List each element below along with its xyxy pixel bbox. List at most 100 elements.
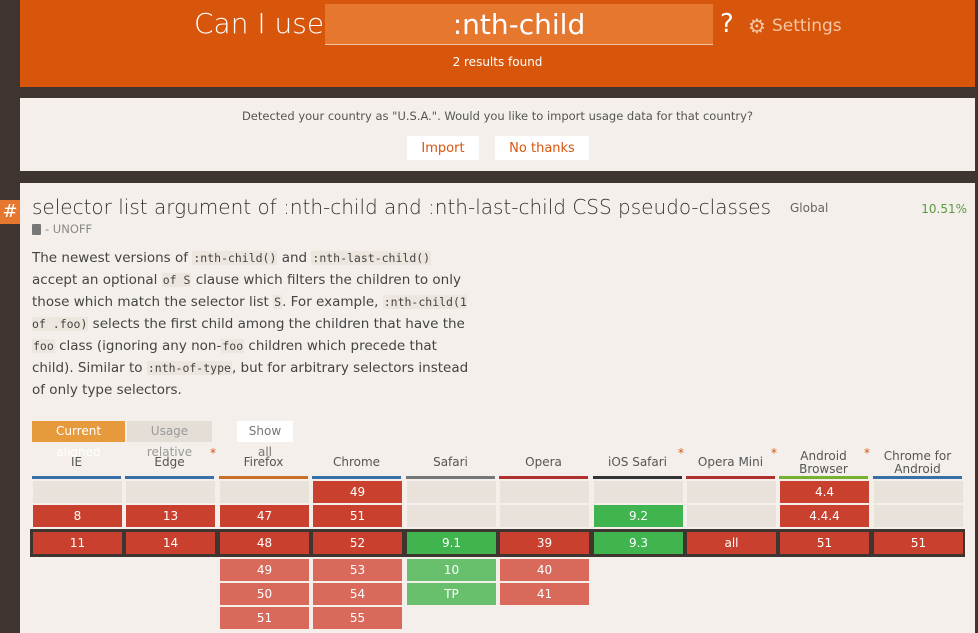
inline-code: :nth-last-child() bbox=[311, 251, 432, 265]
inline-code: S bbox=[273, 295, 283, 309]
site-title[interactable]: Can I use bbox=[194, 7, 324, 40]
version-cell bbox=[687, 481, 776, 503]
feature-anchor-link[interactable]: # bbox=[0, 200, 20, 224]
description-text: class (ignoring any non- bbox=[54, 338, 222, 354]
browser-name: Android Browser bbox=[799, 448, 848, 476]
current-version-cell[interactable]: 9.3 bbox=[594, 532, 683, 554]
current-version-cell[interactable]: 52 bbox=[313, 532, 402, 554]
browser-name: Chrome bbox=[332, 455, 381, 469]
browser-name: Opera bbox=[525, 455, 562, 469]
country-import-panel: Detected your country as "U.S.A.". Would… bbox=[20, 98, 975, 171]
document-icon bbox=[32, 223, 41, 235]
inline-code: :nth-of-type bbox=[146, 361, 232, 375]
version-cell[interactable]: TP bbox=[407, 583, 496, 605]
description-text: and bbox=[277, 250, 312, 266]
browser-header[interactable]: Safari bbox=[406, 449, 495, 479]
version-cell bbox=[33, 481, 122, 503]
version-cell[interactable]: 10 bbox=[407, 559, 496, 581]
browser-header[interactable]: Opera Mini * bbox=[686, 446, 777, 479]
version-cell[interactable]: 55 bbox=[313, 607, 402, 629]
version-cell[interactable]: 4.4 bbox=[780, 481, 869, 503]
description-text: selects the first child among the childr… bbox=[88, 316, 465, 332]
current-version-cell[interactable]: 51 bbox=[780, 532, 869, 554]
gear-icon: ⚙ bbox=[748, 14, 766, 38]
inline-code: :nth-child() bbox=[192, 251, 278, 265]
version-cell[interactable]: 4.4.4 bbox=[780, 505, 869, 527]
global-usage-label: Global bbox=[790, 201, 829, 215]
browser-header[interactable]: Android Browser * bbox=[779, 446, 870, 479]
version-cell[interactable]: 54 bbox=[313, 583, 402, 605]
top-header: Can I use ? ⚙ Settings 2 results found bbox=[20, 0, 975, 87]
feature-description: The newest versions of :nth-child() and … bbox=[32, 247, 472, 401]
current-version-cell[interactable]: 48 bbox=[220, 532, 309, 554]
current-version-cell[interactable]: 14 bbox=[126, 532, 215, 554]
browser-name: IE bbox=[70, 455, 83, 469]
version-cell bbox=[594, 481, 683, 503]
browser-header[interactable]: Chrome bbox=[312, 449, 401, 479]
version-cell bbox=[407, 481, 496, 503]
version-cell[interactable]: 51 bbox=[313, 505, 402, 527]
inline-code: of S bbox=[161, 273, 192, 287]
browser-header[interactable]: IE bbox=[32, 449, 121, 479]
browser-header[interactable]: Chrome for Android bbox=[873, 449, 962, 479]
version-cell[interactable]: 51 bbox=[220, 607, 309, 629]
version-cell[interactable]: 40 bbox=[500, 559, 589, 581]
import-button[interactable]: Import bbox=[407, 136, 479, 160]
note-star-icon: * bbox=[864, 446, 870, 460]
description-text: accept an optional bbox=[32, 272, 162, 288]
browser-headers: IE Edge * Firefox Chrome Safari Opera iOS Safar… bbox=[32, 446, 962, 481]
no-thanks-button[interactable]: No thanks bbox=[495, 136, 589, 160]
version-cell bbox=[126, 481, 215, 503]
browser-name: Firefox bbox=[243, 455, 284, 469]
version-cell[interactable]: 49 bbox=[313, 481, 402, 503]
country-message: Detected your country as "U.S.A.". Would… bbox=[241, 109, 754, 123]
current-version-cell[interactable]: 39 bbox=[500, 532, 589, 554]
version-cell[interactable]: 8 bbox=[33, 505, 122, 527]
settings-label: Settings bbox=[771, 16, 842, 36]
browser-name: Edge bbox=[154, 455, 185, 469]
current-version-cell[interactable]: 11 bbox=[33, 532, 122, 554]
feature-panel: # selector list argument of :nth-child a… bbox=[0, 183, 975, 633]
version-cell bbox=[220, 481, 309, 503]
search-input[interactable] bbox=[325, 4, 713, 45]
description-text: The newest versions of bbox=[32, 250, 193, 266]
version-cell[interactable]: 9.2 bbox=[594, 505, 683, 527]
browser-name: Safari bbox=[433, 455, 468, 469]
browser-name: Opera Mini bbox=[697, 455, 764, 469]
description-text: . For example, bbox=[282, 294, 383, 310]
browser-header[interactable]: Edge * bbox=[125, 446, 216, 479]
inline-code: foo bbox=[221, 339, 245, 353]
version-cell bbox=[874, 505, 963, 527]
version-cell[interactable]: 50 bbox=[220, 583, 309, 605]
version-cell[interactable]: 49 bbox=[220, 559, 309, 581]
browser-header[interactable]: iOS Safari * bbox=[593, 446, 684, 479]
version-cell bbox=[874, 481, 963, 503]
version-cell bbox=[500, 481, 589, 503]
note-star-icon: * bbox=[771, 446, 777, 460]
version-cell[interactable]: 13 bbox=[126, 505, 215, 527]
current-aligned-tab[interactable]: Current aligned bbox=[32, 421, 125, 459]
show-all-button[interactable]: Show all bbox=[237, 421, 293, 459]
spec-status-label: - UNOFF bbox=[45, 222, 93, 236]
version-cell[interactable]: 53 bbox=[313, 559, 402, 581]
feature-title[interactable]: selector list argument of :nth-child and… bbox=[32, 195, 771, 219]
settings-button[interactable]: ⚙ Settings bbox=[748, 16, 842, 36]
browser-name: iOS Safari bbox=[607, 455, 668, 469]
version-cell bbox=[407, 505, 496, 527]
current-version-cell[interactable]: all bbox=[687, 532, 776, 554]
version-cell[interactable]: 47 bbox=[220, 505, 309, 527]
results-count: 2 results found bbox=[452, 55, 543, 69]
spec-status: - UNOFF bbox=[32, 222, 92, 236]
browser-name: Chrome for Android bbox=[883, 448, 952, 476]
note-star-icon: * bbox=[210, 446, 216, 460]
version-cell[interactable]: 41 bbox=[500, 583, 589, 605]
note-star-icon: * bbox=[678, 446, 684, 460]
browser-header[interactable]: Opera bbox=[499, 449, 588, 479]
current-version-cell[interactable]: 51 bbox=[874, 532, 963, 554]
version-cell bbox=[687, 505, 776, 527]
help-button[interactable]: ? bbox=[720, 9, 734, 39]
usage-relative-tab[interactable]: Usage relative bbox=[127, 421, 212, 459]
current-version-cell[interactable]: 9.1 bbox=[407, 532, 496, 554]
browser-header[interactable]: Firefox bbox=[219, 449, 308, 479]
inline-code: foo bbox=[32, 339, 55, 353]
